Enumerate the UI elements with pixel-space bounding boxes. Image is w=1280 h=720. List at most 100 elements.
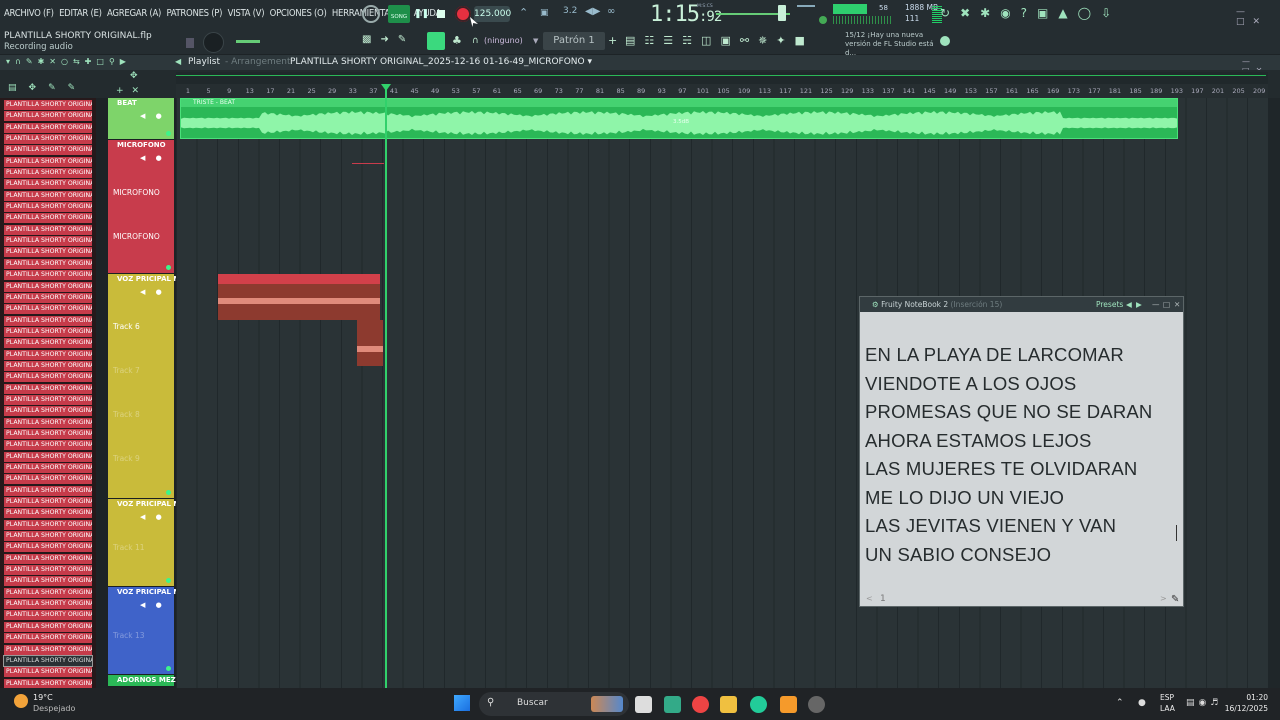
- song-mode-toggle[interactable]: SONG: [388, 5, 410, 23]
- maximize-icon[interactable]: □: [1236, 17, 1253, 27]
- pattern-list-item[interactable]: PLANTILLA SHORTY ORIGINA...: [4, 474, 92, 485]
- presets-button[interactable]: Presets: [1096, 297, 1123, 312]
- pattern-list-item[interactable]: PLANTILLA SHORTY ORIGINA...: [4, 587, 92, 598]
- add-track-icon[interactable]: +: [116, 86, 132, 96]
- chat-icon[interactable]: ◯: [1078, 6, 1101, 20]
- menu-agregar[interactable]: AGREGAR (A): [107, 8, 161, 19]
- task-view-icon[interactable]: [635, 696, 652, 713]
- playhead-marker-icon[interactable]: [381, 84, 391, 91]
- playlist-menu-icon[interactable]: ▾: [6, 57, 15, 66]
- pencil-icon[interactable]: ✎: [398, 34, 415, 45]
- touch-icon[interactable]: ⚯: [740, 34, 758, 47]
- app-icon-vscode[interactable]: [664, 696, 681, 713]
- download-icon[interactable]: ⇩: [1101, 6, 1121, 20]
- move-icon[interactable]: ✥: [130, 71, 138, 81]
- tray-mic-icon[interactable]: ●: [1138, 698, 1146, 708]
- file-explorer-icon[interactable]: [720, 696, 737, 713]
- pattern-list-item[interactable]: PLANTILLA SHORTY ORIGINA...: [4, 270, 92, 281]
- track-header[interactable]: MICROFONO ◀ ● MICROFONO MICROFONO: [108, 140, 174, 274]
- notebook-maximize-icon[interactable]: □: [1163, 297, 1170, 312]
- notebook-window[interactable]: ⚙ Fruity NoteBook 2 (Inserción 15) Prese…: [859, 296, 1184, 607]
- track-controls[interactable]: ◀ ●: [140, 513, 166, 521]
- pattern-list-item[interactable]: PLANTILLA SHORTY ORIGINA...: [4, 213, 92, 224]
- pattern-list-item[interactable]: PLANTILLA SHORTY ORIGINA...: [4, 292, 92, 303]
- pattern-list-item[interactable]: PLANTILLA SHORTY ORIGINA...: [4, 383, 92, 394]
- master-volume-handle[interactable]: [778, 5, 786, 21]
- piano-roll-icon[interactable]: ☰: [663, 34, 682, 47]
- language-indicator[interactable]: ESP: [1160, 693, 1174, 702]
- track-header[interactable]: ADORNOS MEZCLA: [108, 675, 191, 687]
- stamp-icon[interactable]: ♣: [452, 34, 462, 47]
- arrow-icon[interactable]: ➜: [380, 34, 397, 45]
- vertical-scrollbar[interactable]: [1268, 98, 1280, 688]
- pattern-list-item[interactable]: PLANTILLA SHORTY ORIGINA...: [4, 497, 92, 508]
- tool-pencil-icon[interactable]: ✎: [26, 57, 38, 66]
- playlist-minimize-icon[interactable]: —: [1242, 57, 1256, 66]
- wrench-icon[interactable]: ✱: [980, 6, 1000, 20]
- track-controls[interactable]: ◀ ●: [140, 154, 166, 162]
- mic-input-icon[interactable]: ✵: [758, 34, 776, 47]
- audio-clip-beat[interactable]: TRISTE - BEAT 3.5dB: [180, 98, 1178, 139]
- tray-chevron-icon[interactable]: ⌃: [1116, 698, 1124, 708]
- add-pattern-icon[interactable]: +: [608, 34, 617, 47]
- scroll-icon[interactable]: ✥: [29, 83, 49, 93]
- whatsapp-icon[interactable]: [750, 696, 767, 713]
- minimize-icon[interactable]: —: [1236, 7, 1253, 17]
- playlist-icon[interactable]: ▤: [625, 34, 644, 47]
- network-icon[interactable]: ◉: [1199, 698, 1211, 708]
- tool-slice-icon[interactable]: ✚: [85, 57, 97, 66]
- pattern-list-item[interactable]: PLANTILLA SHORTY ORIGINA...: [4, 542, 92, 553]
- picker-icon[interactable]: ▤: [8, 83, 29, 93]
- loop-recording-icon[interactable]: ∞: [607, 6, 615, 17]
- help-icon[interactable]: ?: [1021, 6, 1037, 20]
- track-led-icon[interactable]: [166, 666, 171, 671]
- wait-input-icon[interactable]: ▣: [540, 8, 549, 18]
- pattern-list-item[interactable]: PLANTILLA SHORTY ORIGINA...: [4, 451, 92, 462]
- volume-icon[interactable]: ♬: [1210, 698, 1222, 708]
- notebook-minimize-icon[interactable]: —: [1152, 297, 1160, 312]
- pattern-list-item[interactable]: PLANTILLA SHORTY ORIGINA...: [4, 394, 92, 405]
- pattern-list-item[interactable]: PLANTILLA SHORTY ORIGINA...: [4, 145, 92, 156]
- close-icon[interactable]: ✕: [1253, 17, 1269, 27]
- weather-temperature[interactable]: 19°C: [33, 693, 53, 702]
- menu-editar[interactable]: EDITAR (E): [59, 8, 102, 19]
- pattern-list-item[interactable]: PLANTILLA SHORTY ORIGINA...: [4, 633, 92, 644]
- tool-mute-icon[interactable]: ○: [61, 57, 73, 66]
- metronome-icon[interactable]: ⌃: [519, 6, 528, 19]
- windows-start-icon[interactable]: [454, 695, 470, 711]
- upload-icon[interactable]: ▲: [1058, 6, 1077, 20]
- pen-icon[interactable]: ✎: [68, 83, 88, 93]
- pattern-list-item[interactable]: PLANTILLA SHORTY ORIGINA...: [4, 281, 92, 292]
- track-header[interactable]: VOZ PRICIPAL M... ◀ ● Track 13: [108, 587, 188, 675]
- menu-opciones[interactable]: OPCIONES (O): [270, 8, 327, 19]
- page-prev-icon[interactable]: <: [866, 594, 873, 603]
- pattern-list-item[interactable]: PLANTILLA SHORTY ORIGINA...: [4, 349, 92, 360]
- pattern-list-item[interactable]: PLANTILLA SHORTY ORIGINA...: [4, 258, 92, 269]
- pattern-list-item[interactable]: PLANTILLA SHORTY ORIGINA...: [4, 519, 92, 530]
- pattern-list-item[interactable]: PLANTILLA SHORTY ORIGINA...: [4, 644, 92, 655]
- menu-archivo[interactable]: ARCHIVO (F): [4, 8, 54, 19]
- taskbar-search[interactable]: ⚲ Buscar: [479, 692, 629, 716]
- browser-icon[interactable]: ◫: [701, 34, 720, 47]
- tool-delete-icon[interactable]: ✕: [49, 57, 61, 66]
- pattern-list-item[interactable]: PLANTILLA SHORTY ORIGINA...: [4, 406, 92, 417]
- pattern-list-item[interactable]: PLANTILLA SHORTY ORIGINA...: [4, 338, 92, 349]
- playlist-project-name[interactable]: PLANTILLA SHORTY ORIGINAL_2025-12-16 01-…: [290, 57, 592, 67]
- pattern-list-item[interactable]: PLANTILLA SHORTY ORIGINA...: [4, 553, 92, 564]
- blend-notes-icon[interactable]: ◀▶: [585, 6, 600, 17]
- menu-vista[interactable]: VISTA (V): [228, 8, 265, 19]
- countdown-icon[interactable]: 3.2: [563, 6, 577, 16]
- pattern-selector[interactable]: Patrón 1: [543, 32, 605, 50]
- magnet-icon[interactable]: ✖: [960, 6, 980, 20]
- record-button[interactable]: [455, 6, 471, 22]
- chevron-down-icon[interactable]: ▼: [533, 37, 538, 45]
- app-icon-settings[interactable]: [808, 696, 825, 713]
- snap-select[interactable]: (ninguno): [484, 36, 523, 45]
- tempo-display[interactable]: 125.000: [474, 6, 511, 22]
- video-icon[interactable]: ✦: [776, 34, 794, 47]
- pattern-list-item[interactable]: PLANTILLA SHORTY ORIGINA...: [4, 315, 92, 326]
- track-header[interactable]: VOZ PRICIPAL M... ◀ ● Track 11: [108, 499, 188, 587]
- master-pitch-slider[interactable]: [797, 5, 815, 7]
- track-led-icon[interactable]: [166, 265, 171, 270]
- arrangement-selector[interactable]: - Arrangement: [225, 57, 291, 67]
